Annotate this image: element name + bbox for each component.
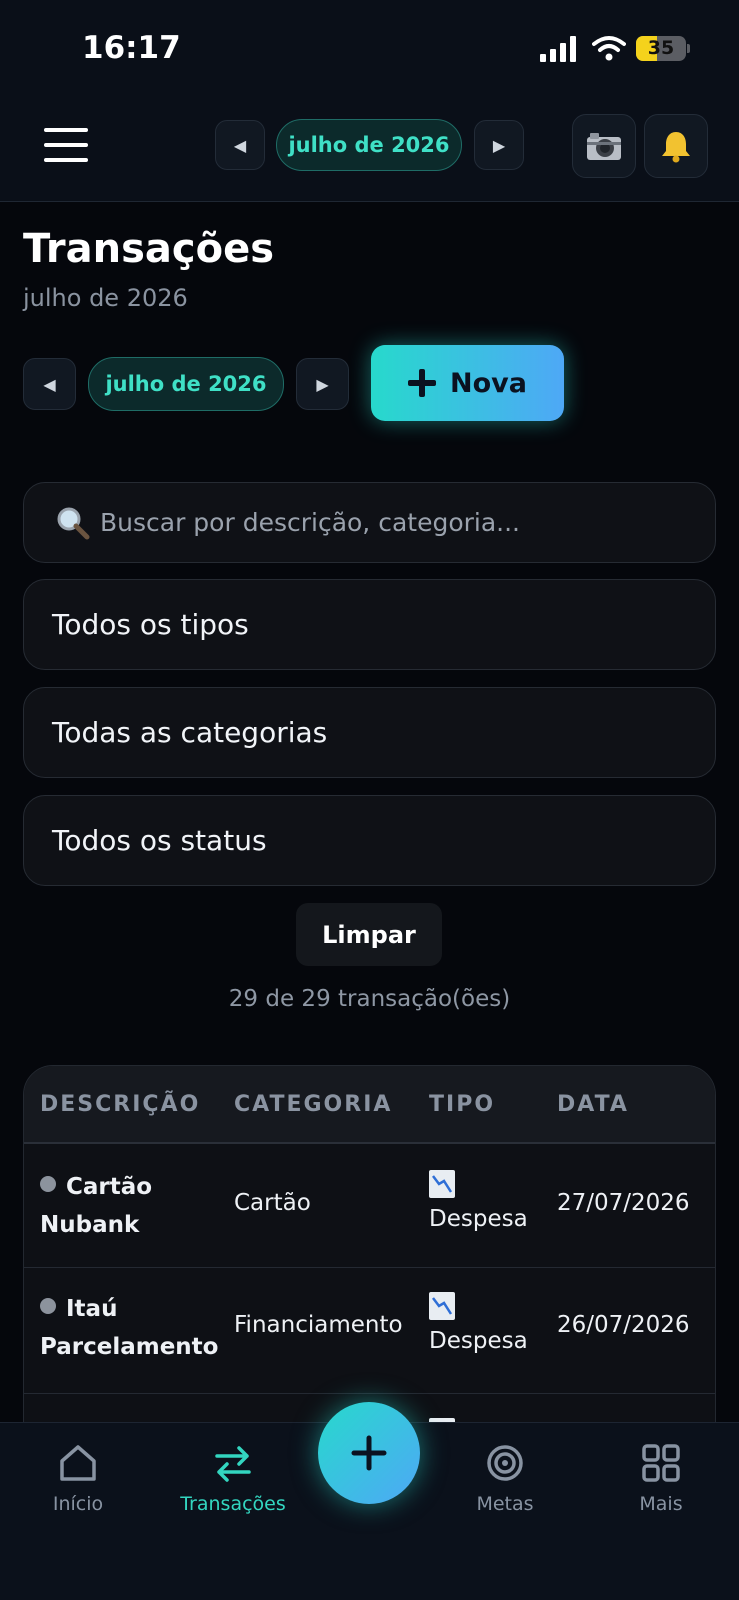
- transaction-count: 29 de 29 transação(ões): [228, 986, 511, 1012]
- status-bar: 16:17 35: [0, 0, 739, 100]
- nav-item-metas[interactable]: Metas: [435, 1441, 575, 1515]
- wifi-icon: [592, 36, 626, 61]
- search-input[interactable]: [100, 508, 700, 537]
- search-field[interactable]: [23, 482, 716, 563]
- nav-item-inicio[interactable]: Início: [8, 1441, 148, 1515]
- target-icon: [487, 1445, 523, 1481]
- table-header: DESCRIÇÃO CATEGORIA TIPO DATA: [24, 1066, 715, 1144]
- page-subtitle: julho de 2026: [23, 284, 188, 312]
- status-time: 16:17: [82, 30, 181, 66]
- row-type: Despesa: [429, 1170, 528, 1232]
- new-transaction-label: Nova: [450, 367, 527, 399]
- column-header-category: CATEGORIA: [234, 1092, 393, 1117]
- table-row[interactable]: Itaú Parcelamento Financiamento Despesa …: [24, 1268, 715, 1394]
- notifications-button[interactable]: [644, 114, 708, 178]
- row-category: Financiamento: [234, 1312, 403, 1338]
- nav-item-mais[interactable]: Mais: [591, 1441, 731, 1515]
- home-icon: [60, 1445, 96, 1481]
- transfer-icon: [215, 1446, 251, 1482]
- plus-icon: [408, 369, 437, 397]
- row-date: 26/07/2026: [557, 1312, 690, 1338]
- category-filter-select[interactable]: Todas as categorias: [23, 687, 716, 778]
- transactions-table: DESCRIÇÃO CATEGORIA TIPO DATA Cartão Nub…: [23, 1065, 716, 1445]
- prev-month-button[interactable]: ◀: [23, 358, 76, 410]
- battery-tip: [687, 44, 690, 53]
- camera-button[interactable]: [572, 114, 636, 178]
- status-dot: [40, 1176, 56, 1192]
- chart-decreasing-icon: [429, 1170, 455, 1198]
- row-description: Itaú Parcelamento: [40, 1296, 219, 1360]
- add-transaction-fab[interactable]: [318, 1402, 420, 1504]
- top-app-bar: ◀ julho de 2026 ▶: [0, 100, 739, 202]
- row-date: 27/07/2026: [557, 1190, 690, 1216]
- month-pill[interactable]: julho de 2026: [88, 357, 284, 411]
- table-row[interactable]: Cartão Nubank Cartão Despesa 27/07/2026: [24, 1146, 715, 1268]
- row-category: Cartão: [234, 1190, 311, 1216]
- column-header-description: DESCRIÇÃO: [40, 1092, 201, 1117]
- battery-icon: 35: [636, 36, 686, 61]
- nav-item-transacoes[interactable]: Transações: [163, 1441, 303, 1515]
- next-month-button[interactable]: ▶: [296, 358, 349, 410]
- menu-icon[interactable]: [44, 128, 88, 162]
- status-filter-select[interactable]: Todos os status: [23, 795, 716, 886]
- header-next-month-button[interactable]: ▶: [474, 120, 524, 170]
- clear-filters-button[interactable]: Limpar: [296, 903, 442, 966]
- status-dot: [40, 1298, 56, 1314]
- signal-icon: [540, 36, 578, 62]
- bell-icon: [662, 132, 690, 163]
- plus-icon: [351, 1435, 387, 1471]
- chart-decreasing-icon: [429, 1292, 455, 1320]
- row-description: Cartão Nubank: [40, 1174, 153, 1238]
- header-month-pill[interactable]: julho de 2026: [276, 119, 462, 171]
- page-title: Transações: [23, 226, 275, 272]
- grid-icon: [642, 1444, 680, 1482]
- search-icon: [57, 507, 90, 539]
- header-prev-month-button[interactable]: ◀: [215, 120, 265, 170]
- column-header-type: TIPO: [429, 1092, 496, 1117]
- column-header-date: DATA: [557, 1092, 629, 1117]
- type-filter-select[interactable]: Todos os tipos: [23, 579, 716, 670]
- camera-icon: [587, 133, 621, 160]
- new-transaction-button[interactable]: Nova: [371, 345, 564, 421]
- battery-level: 35: [647, 37, 675, 59]
- row-type: Despesa: [429, 1292, 528, 1354]
